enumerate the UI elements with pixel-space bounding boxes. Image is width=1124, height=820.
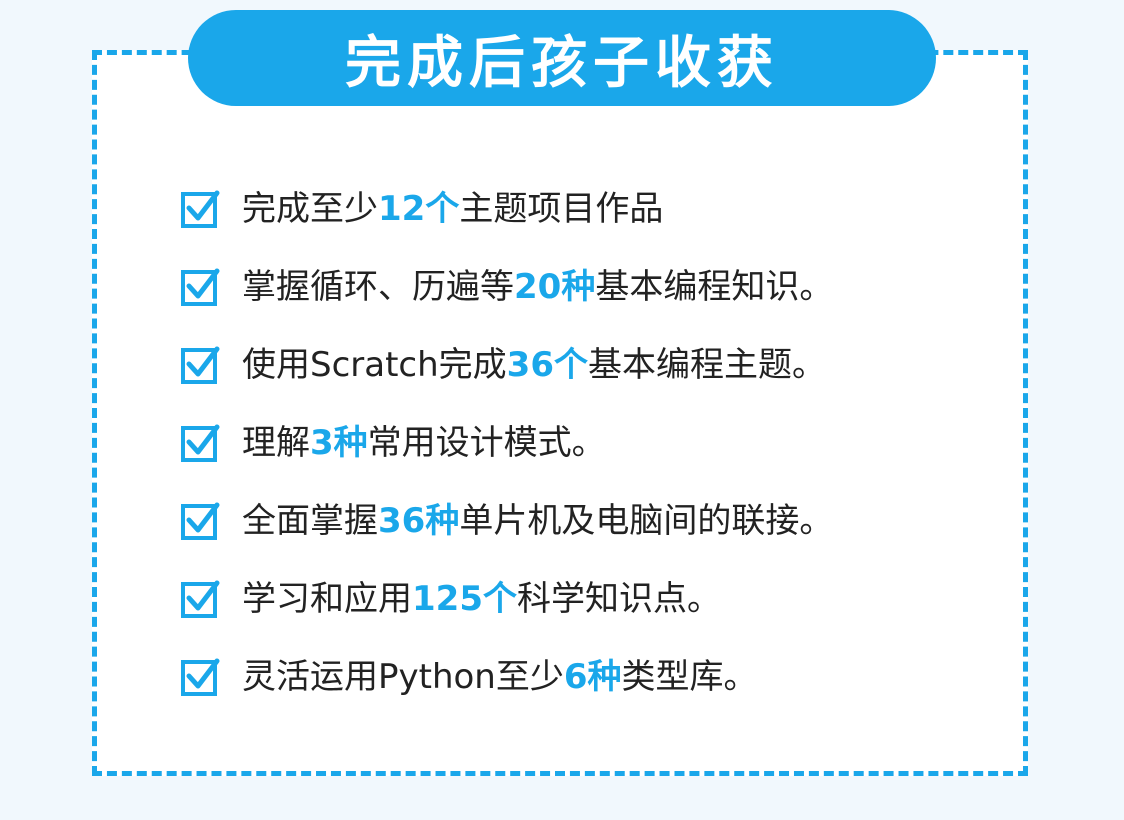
item-text: 理解3种常用设计模式。 (242, 423, 606, 463)
item-text: 掌握循环、历遍等20种基本编程知识。 (242, 267, 834, 307)
page-title: 完成后孩子收获 (345, 30, 779, 96)
item-text: 灵活运用Python至少6种类型库。 (242, 657, 758, 697)
checkbox-checked-icon (181, 346, 220, 384)
list-item: 掌握循环、历遍等20种基本编程知识。 (180, 248, 980, 326)
title-banner: 完成后孩子收获 (188, 10, 936, 106)
checkbox-checked-icon (181, 190, 220, 228)
item-highlight: 20种 (514, 267, 596, 307)
item-highlight: 12个 (378, 189, 460, 229)
item-highlight: 36个 (506, 345, 588, 385)
checkbox-checked-icon (181, 424, 220, 462)
checkbox-checked-icon (181, 580, 220, 618)
item-highlight: 36种 (378, 501, 460, 541)
list-item: 学习和应用125个科学知识点。 (180, 560, 980, 638)
list-item: 理解3种常用设计模式。 (180, 404, 980, 482)
list-item: 全面掌握36种单片机及电脑间的联接。 (180, 482, 980, 560)
item-highlight: 125个 (412, 579, 517, 619)
gains-list: 完成至少12个主题项目作品 掌握循环、历遍等20种基本编程知识。 使用Scrat… (180, 170, 980, 716)
item-highlight: 3种 (310, 423, 368, 463)
item-text: 全面掌握36种单片机及电脑间的联接。 (242, 501, 834, 541)
item-text: 完成至少12个主题项目作品 (242, 189, 664, 229)
list-item: 完成至少12个主题项目作品 (180, 170, 980, 248)
item-highlight: 6种 (563, 657, 622, 697)
checkbox-checked-icon (181, 502, 220, 540)
list-item: 灵活运用Python至少6种类型库。 (180, 638, 980, 716)
checkbox-checked-icon (181, 658, 220, 696)
checkbox-checked-icon (181, 268, 220, 306)
item-text: 学习和应用125个科学知识点。 (242, 579, 721, 619)
item-text: 使用Scratch完成36个基本编程主题。 (242, 345, 826, 385)
list-item: 使用Scratch完成36个基本编程主题。 (180, 326, 980, 404)
